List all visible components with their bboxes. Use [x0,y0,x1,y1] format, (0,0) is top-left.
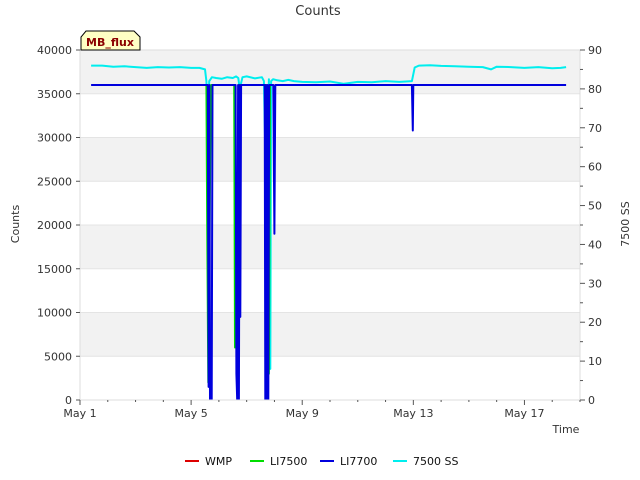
y-tick-label: 25000 [37,175,72,188]
grid-band [80,225,580,269]
y-tick-label: 5000 [44,350,72,363]
y2-tick-label: 0 [588,394,595,407]
y-tick-label: 0 [65,394,72,407]
y2-tick-label: 80 [588,83,602,96]
y2-tick-label: 10 [588,355,602,368]
x-axis: May 1 May 5 May 9 May 13 May 17 [63,400,581,420]
y-tick-label: 15000 [37,263,72,276]
grid-band [80,312,580,357]
grid-band [80,137,580,182]
legend-label-7500-ss: 7500 SS [413,455,458,468]
legend-label-li7700: LI7700 [340,455,377,468]
y-tick-label: 30000 [37,132,72,145]
legend-label-wmp: WMP [205,455,232,468]
y2-tick-label: 50 [588,200,602,213]
y-tick-label: 10000 [37,307,72,320]
y-tick-label: 35000 [37,88,72,101]
counts-chart: 0 5000 10000 15000 20000 25000 30000 35000 40000… [9,4,632,468]
left-y-axis: 0 5000 10000 15000 20000 25000 30000 35000 40000 [37,44,80,407]
y2-tick-label: 90 [588,44,602,57]
legend-label-li7500: LI7500 [270,455,307,468]
y2-tick-label: 20 [588,316,602,329]
x-tick-label: May 9 [286,407,319,420]
y2-tick-label: 60 [588,161,602,174]
chart-title: Counts [295,4,341,19]
y2-tick-label: 70 [588,122,602,135]
grid-bands [80,49,580,401]
x-tick-label: May 13 [393,407,433,420]
y-tick-label: 40000 [37,44,72,57]
y2-axis-title: 7500 SS [619,201,632,246]
y-axis-title: Counts [9,205,22,244]
y-tick-label: 20000 [37,219,72,232]
grid-band [80,50,580,94]
x-tick-label: May 1 [63,407,96,420]
x-tick-label: May 17 [504,407,544,420]
site-badge: MB_flux [80,30,141,51]
x-tick-label: May 5 [174,407,207,420]
x-axis-title: Time [552,423,580,436]
badge-label: MB_flux [86,36,134,49]
right-y-axis: 0 10 20 30 40 50 60 70 80 90 [580,44,602,407]
legend: WMP LI7500 LI7700 7500 SS [185,455,458,468]
y2-tick-label: 40 [588,238,602,251]
y2-tick-label: 30 [588,277,602,290]
